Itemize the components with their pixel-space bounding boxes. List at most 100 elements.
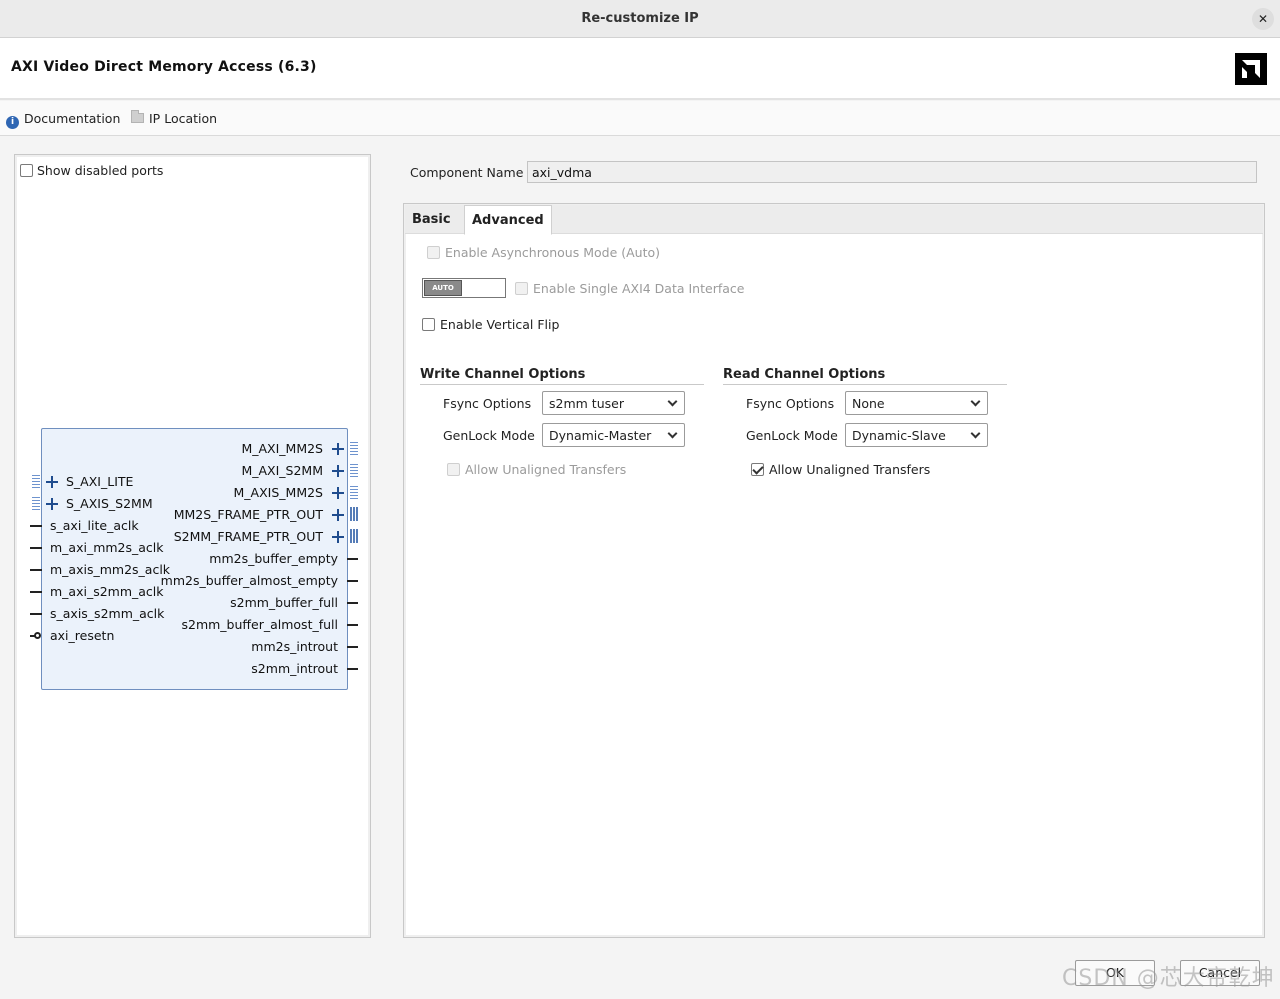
checkbox-icon[interactable] <box>422 318 435 331</box>
write-genlock-label: GenLock Mode <box>443 428 535 443</box>
show-disabled-ports-label: Show disabled ports <box>37 163 164 178</box>
wire-pin <box>30 547 42 549</box>
checkbox-checked-icon[interactable] <box>751 463 764 476</box>
wire-pin <box>347 602 358 604</box>
write-fsync-label: Fsync Options <box>443 396 532 411</box>
folder-icon <box>131 110 144 123</box>
wire-pin <box>347 580 358 582</box>
component-name-input[interactable] <box>527 161 1257 183</box>
config-tabs-panel: Basic Advanced <box>403 203 1265 938</box>
chevron-down-icon <box>970 428 981 439</box>
expand-plus-icon[interactable] <box>46 476 58 488</box>
port-m-axi-s2mm[interactable]: M_AXI_S2MM <box>241 463 323 478</box>
ip-location-label: IP Location <box>149 111 218 126</box>
vector-pin-icon <box>350 507 358 521</box>
wire-pin <box>347 558 358 560</box>
port-mm2s-frame-ptr-out[interactable]: MM2S_FRAME_PTR_OUT <box>174 507 323 522</box>
port-m-axi-mm2s[interactable]: M_AXI_MM2S <box>241 441 323 456</box>
ip-location-link[interactable]: IP Location <box>131 110 218 126</box>
bus-pin-icon <box>350 463 358 477</box>
read-fsync-select[interactable]: None <box>845 391 988 415</box>
expand-plus-icon[interactable] <box>332 465 344 477</box>
checkbox-icon[interactable] <box>515 282 528 295</box>
port-mm2s-introut[interactable]: mm2s_introut <box>251 639 338 654</box>
tab-strip: Basic Advanced <box>405 205 1263 235</box>
read-fsync-value: None <box>852 396 885 411</box>
read-unaligned-checkbox[interactable]: Allow Unaligned Transfers <box>751 462 930 477</box>
vertical-flip-label: Enable Vertical Flip <box>440 317 560 332</box>
expand-plus-icon[interactable] <box>332 509 344 521</box>
wire-pin <box>30 613 42 615</box>
window-titlebar: Re-customize IP ✕ <box>0 0 1280 38</box>
read-fsync-label: Fsync Options <box>746 396 835 411</box>
inverted-input-bubble-icon <box>34 632 41 639</box>
write-fsync-select[interactable]: s2mm tuser <box>542 391 685 415</box>
documentation-link[interactable]: i Documentation <box>6 111 120 129</box>
documentation-label: Documentation <box>24 111 121 126</box>
write-channel-title: Write Channel Options <box>420 367 704 385</box>
ip-header: AXI Video Direct Memory Access (6.3) <box>0 38 1280 100</box>
port-axi-resetn[interactable]: axi_resetn <box>50 628 114 643</box>
single-axi4-label: Enable Single AXI4 Data Interface <box>533 281 745 296</box>
ip-symbol-panel: Show disabled ports S_AXI_LITE S_AXIS_S2… <box>14 154 371 938</box>
port-mm2s-buffer-almost-empty[interactable]: mm2s_buffer_almost_empty <box>161 573 338 588</box>
checkbox-icon[interactable] <box>20 164 33 177</box>
single-axi4-checkbox[interactable]: Enable Single AXI4 Data Interface <box>515 281 744 296</box>
chevron-down-icon <box>667 396 678 407</box>
auto-toggle-knob: AUTO <box>424 280 462 296</box>
close-icon[interactable]: ✕ <box>1252 8 1274 30</box>
show-disabled-ports-checkbox[interactable]: Show disabled ports <box>20 163 163 178</box>
vector-pin-icon <box>350 529 358 543</box>
port-m-axi-mm2s-aclk[interactable]: m_axi_mm2s_aclk <box>50 540 164 555</box>
ip-block-symbol: S_AXI_LITE S_AXIS_S2MM s_axi_lite_aclk m… <box>30 428 358 690</box>
port-m-axis-mm2s[interactable]: M_AXIS_MM2S <box>234 485 323 500</box>
port-s2mm-introut[interactable]: s2mm_introut <box>251 661 338 676</box>
chevron-down-icon <box>970 396 981 407</box>
async-mode-label: Enable Asynchronous Mode (Auto) <box>445 245 661 260</box>
chevron-down-icon <box>667 428 678 439</box>
component-name-label: Component Name <box>410 165 524 180</box>
expand-plus-icon[interactable] <box>46 498 58 510</box>
tab-basic[interactable]: Basic <box>405 205 458 234</box>
port-m-axi-s2mm-aclk[interactable]: m_axi_s2mm_aclk <box>50 584 164 599</box>
checkbox-icon[interactable] <box>447 463 460 476</box>
auto-toggle[interactable]: AUTO <box>422 278 506 298</box>
bus-pin-icon <box>350 441 358 455</box>
port-s2mm-buffer-almost-full[interactable]: s2mm_buffer_almost_full <box>181 617 338 632</box>
wire-pin <box>30 591 42 593</box>
expand-plus-icon[interactable] <box>332 531 344 543</box>
read-unaligned-label: Allow Unaligned Transfers <box>769 462 931 477</box>
write-unaligned-checkbox[interactable]: Allow Unaligned Transfers <box>447 462 626 477</box>
watermark-text: CSDN @芯大帝乾坤 <box>1062 966 1275 991</box>
write-fsync-value: s2mm tuser <box>549 396 624 411</box>
wire-pin <box>347 624 358 626</box>
write-genlock-select[interactable]: Dynamic-Master <box>542 423 685 447</box>
async-mode-checkbox[interactable]: Enable Asynchronous Mode (Auto) <box>427 245 660 260</box>
port-mm2s-buffer-empty[interactable]: mm2s_buffer_empty <box>209 551 338 566</box>
tab-advanced[interactable]: Advanced <box>464 205 552 235</box>
link-bar: i Documentation IP Location <box>0 101 1280 136</box>
port-s-axis-s2mm-aclk[interactable]: s_axis_s2mm_aclk <box>50 606 164 621</box>
checkbox-icon[interactable] <box>427 246 440 259</box>
expand-plus-icon[interactable] <box>332 487 344 499</box>
read-genlock-select[interactable]: Dynamic-Slave <box>845 423 988 447</box>
info-icon: i <box>6 116 19 129</box>
port-s-axis-s2mm[interactable]: S_AXIS_S2MM <box>66 496 153 511</box>
port-m-axis-mm2s-aclk[interactable]: m_axis_mm2s_aclk <box>50 562 170 577</box>
window-title: Re-customize IP <box>581 11 699 26</box>
port-s-axi-lite[interactable]: S_AXI_LITE <box>66 474 133 489</box>
ip-title: AXI Video Direct Memory Access (6.3) <box>11 59 317 75</box>
wire-pin <box>30 525 42 527</box>
port-s2mm-buffer-full[interactable]: s2mm_buffer_full <box>230 595 338 610</box>
bus-pin-icon <box>32 496 40 510</box>
port-s-axi-lite-aclk[interactable]: s_axi_lite_aclk <box>50 518 139 533</box>
wire-pin <box>30 569 42 571</box>
amd-logo-icon <box>1235 53 1267 85</box>
bus-pin-icon <box>350 485 358 499</box>
read-genlock-value: Dynamic-Slave <box>852 428 946 443</box>
port-s2mm-frame-ptr-out[interactable]: S2MM_FRAME_PTR_OUT <box>174 529 323 544</box>
expand-plus-icon[interactable] <box>332 443 344 455</box>
bus-pin-icon <box>32 474 40 488</box>
wire-pin <box>347 646 358 648</box>
vertical-flip-checkbox[interactable]: Enable Vertical Flip <box>422 317 559 332</box>
